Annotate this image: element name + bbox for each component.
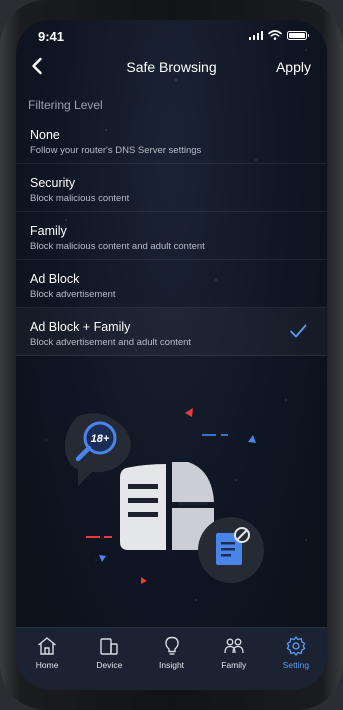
family-icon [224,638,244,654]
status-icons [248,30,309,40]
option-title: Ad Block + Family [30,320,131,334]
tab-home[interactable]: Home [16,628,78,690]
status-time: 9:41 [38,29,65,44]
checkmark-icon [290,324,307,338]
option-title: None [30,128,60,142]
filtering-level-list: None Follow your router's DNS Server set… [16,116,327,356]
device-icon [100,638,118,655]
tab-family[interactable]: Family [203,628,265,690]
option-ad-block-family[interactable]: Ad Block + Family Block advertisement an… [16,308,327,356]
option-family[interactable]: Family Block malicious content and adult… [16,212,327,260]
option-title: Ad Block [30,272,80,286]
apply-button[interactable]: Apply [276,59,311,75]
phone-frame: 9:41 Safe Browsing Apply Filtering Level [0,0,343,710]
tab-label: Device [96,660,123,670]
section-title: Filtering Level [28,98,103,112]
battery-icon [287,30,309,40]
wifi-icon [268,30,282,40]
option-subtitle: Block malicious content [30,193,130,204]
navigation-bar: Safe Browsing Apply [16,52,327,82]
app-screen: 9:41 Safe Browsing Apply Filtering Level [16,20,327,690]
option-security[interactable]: Security Block malicious content [16,164,327,212]
tab-device[interactable]: Device [78,628,140,690]
tab-label: Insight [158,660,185,670]
option-none[interactable]: None Follow your router's DNS Server set… [16,116,327,164]
option-subtitle: Block malicious content and adult conten… [30,241,205,252]
option-ad-block[interactable]: Ad Block Block advertisement [16,260,327,308]
status-bar: 9:41 [16,20,327,52]
tab-insight[interactable]: Insight [140,628,202,690]
bottom-tab-bar: Home Device Insight Family Setting [16,627,327,690]
lightbulb-icon [164,636,179,655]
safe-browsing-illustration: 18+ [64,408,264,584]
tab-label: Family [221,660,247,670]
blocked-content-icon [198,517,264,583]
tab-label: Setting [282,660,310,670]
tab-label: Home [35,660,59,670]
gear-icon [286,636,306,656]
home-icon [38,637,57,655]
cellular-signal-icon [248,30,263,40]
document-icon [120,462,214,550]
option-title: Family [30,224,67,238]
option-subtitle: Block advertisement and adult content [30,337,192,348]
age-badge-text: 18+ [91,433,110,445]
option-subtitle: Follow your router's DNS Server settings [30,145,202,156]
option-title: Security [30,176,76,190]
option-subtitle: Block advertisement [30,289,116,300]
tab-setting[interactable]: Setting [265,628,327,690]
